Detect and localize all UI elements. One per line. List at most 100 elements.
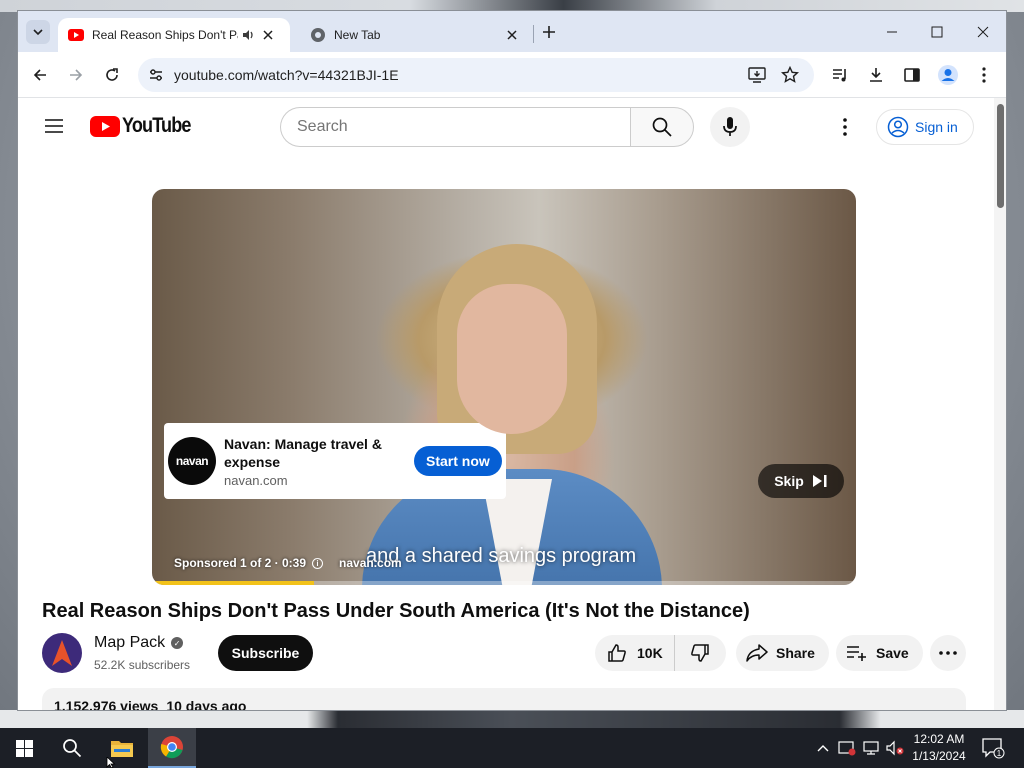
video-player[interactable]: navan Navan: Manage travel & expense nav… bbox=[152, 189, 856, 585]
taskbar-search-button[interactable] bbox=[48, 728, 96, 768]
close-window-button[interactable] bbox=[968, 19, 998, 45]
tab-audio-icon[interactable] bbox=[238, 25, 258, 45]
windows-logo-icon bbox=[15, 739, 33, 757]
chevron-up-icon bbox=[817, 745, 829, 752]
playlist-add-icon bbox=[847, 646, 866, 661]
tab-youtube-video[interactable]: Real Reason Ships Don't Pa bbox=[58, 18, 290, 52]
clock-time: 12:02 AM bbox=[913, 732, 965, 746]
maximize-button[interactable] bbox=[922, 19, 952, 45]
share-icon bbox=[746, 644, 768, 662]
install-app-icon[interactable] bbox=[748, 66, 766, 84]
tray-network-icon[interactable] bbox=[860, 728, 882, 768]
tab-close-button[interactable] bbox=[258, 25, 278, 45]
ad-companion-card[interactable]: navan Navan: Manage travel & expense nav… bbox=[164, 423, 506, 499]
channel-name-text: Map Pack bbox=[94, 634, 166, 651]
search-input[interactable] bbox=[297, 118, 597, 136]
tab-close-button[interactable] bbox=[502, 25, 522, 45]
guide-menu-button[interactable] bbox=[42, 114, 66, 138]
downloads-button[interactable] bbox=[864, 63, 888, 87]
more-actions-button[interactable] bbox=[930, 635, 966, 671]
video-frame-face bbox=[457, 284, 567, 434]
skip-ad-button[interactable]: Skip bbox=[758, 464, 844, 498]
browser-window: Real Reason Ships Don't Pa New Tab youtu… bbox=[17, 10, 1007, 711]
ad-progress-fill bbox=[152, 581, 314, 585]
skip-label: Skip bbox=[774, 473, 804, 489]
tray-defender-icon[interactable] bbox=[836, 728, 858, 768]
share-label: Share bbox=[776, 645, 815, 661]
mouse-cursor-icon bbox=[106, 757, 116, 768]
dislike-button[interactable] bbox=[675, 635, 725, 671]
download-icon bbox=[870, 68, 882, 82]
tray-volume-icon[interactable] bbox=[884, 728, 906, 768]
show-hidden-icons-button[interactable] bbox=[814, 728, 832, 768]
search-icon bbox=[63, 739, 82, 758]
scrollbar-thumb[interactable] bbox=[997, 104, 1004, 208]
forward-button[interactable] bbox=[64, 63, 88, 87]
account-circle-icon bbox=[887, 116, 909, 138]
save-button[interactable]: Save bbox=[836, 635, 923, 671]
taskbar-clock[interactable]: 12:02 AM 1/13/2024 bbox=[906, 731, 972, 765]
description-box[interactable]: 1,152,976 views 10 days ago bbox=[42, 688, 966, 711]
sign-in-button[interactable]: Sign in bbox=[876, 109, 974, 145]
like-count: 10K bbox=[637, 645, 663, 661]
search-button[interactable] bbox=[630, 107, 694, 147]
profile-button[interactable] bbox=[936, 63, 960, 87]
channel-name[interactable]: Map Pack ✓ bbox=[94, 634, 184, 652]
arrow-right-icon bbox=[70, 69, 83, 81]
bookmark-star-icon[interactable] bbox=[781, 66, 799, 84]
new-tab-button[interactable] bbox=[538, 21, 560, 43]
voice-search-button[interactable] bbox=[710, 107, 750, 147]
ad-cta-button[interactable]: Start now bbox=[414, 446, 502, 476]
ad-url: navan.com bbox=[224, 472, 288, 488]
upload-date: 10 days ago bbox=[166, 698, 247, 711]
browser-toolbar: youtube.com/watch?v=44321BJI-1E bbox=[18, 52, 1006, 98]
address-bar[interactable]: youtube.com/watch?v=44321BJI-1E bbox=[138, 58, 814, 92]
taskbar-chrome[interactable] bbox=[148, 728, 196, 768]
ad-text: Navan: Manage travel & expense navan.com bbox=[224, 435, 404, 488]
tab-strip: Real Reason Ships Don't Pa New Tab bbox=[18, 11, 1006, 52]
search-icon bbox=[652, 117, 672, 137]
network-icon bbox=[863, 741, 879, 755]
minimize-button[interactable] bbox=[877, 19, 907, 45]
settings-menu-button[interactable] bbox=[833, 115, 857, 139]
action-center-button[interactable]: 1 bbox=[980, 736, 1006, 760]
start-button[interactable] bbox=[0, 728, 48, 768]
youtube-logo[interactable]: YouTube bbox=[90, 114, 202, 138]
search-field[interactable] bbox=[280, 107, 630, 147]
back-button[interactable] bbox=[28, 63, 52, 87]
sign-in-label: Sign in bbox=[915, 119, 958, 135]
verified-check-icon: ✓ bbox=[171, 637, 184, 649]
share-button[interactable]: Share bbox=[736, 635, 829, 671]
site-info-icon[interactable] bbox=[148, 67, 164, 83]
media-controls-button[interactable] bbox=[828, 63, 852, 87]
like-button[interactable]: 10K bbox=[595, 635, 675, 671]
youtube-masthead: YouTube Sign in bbox=[18, 98, 994, 154]
url-text: youtube.com/watch?v=44321BJI-1E bbox=[174, 67, 399, 83]
skip-next-icon bbox=[812, 475, 827, 487]
chrome-favicon-icon bbox=[311, 28, 325, 42]
tab-title: Real Reason Ships Don't Pa bbox=[92, 28, 238, 42]
tab-search-button[interactable] bbox=[26, 20, 50, 44]
close-icon bbox=[977, 26, 989, 38]
side-panel-icon bbox=[904, 68, 920, 82]
chrome-menu-button[interactable] bbox=[972, 63, 996, 87]
ad-domain[interactable]: navan.com bbox=[339, 556, 402, 570]
ad-title[interactable]: Navan: Manage travel & expense bbox=[224, 435, 404, 471]
youtube-play-icon bbox=[90, 115, 120, 137]
reload-button[interactable] bbox=[100, 63, 124, 87]
page-scrollbar[interactable] bbox=[994, 98, 1006, 710]
channel-avatar[interactable] bbox=[42, 633, 82, 673]
info-icon[interactable]: i bbox=[312, 557, 324, 569]
view-count: 1,152,976 views bbox=[54, 698, 159, 711]
ad-progress-bar[interactable] bbox=[152, 581, 856, 585]
speaker-muted-icon bbox=[886, 740, 904, 756]
tab-title: New Tab bbox=[334, 28, 381, 42]
save-label: Save bbox=[876, 645, 909, 661]
subscribe-button[interactable]: Subscribe bbox=[218, 635, 313, 671]
notification-count: 1 bbox=[997, 749, 1002, 758]
tab-new-tab[interactable]: New Tab bbox=[302, 18, 524, 52]
advertiser-logo[interactable]: navan bbox=[168, 437, 216, 485]
folder-icon bbox=[111, 741, 133, 757]
side-panel-button[interactable] bbox=[900, 63, 924, 87]
tab-separator bbox=[533, 25, 534, 43]
